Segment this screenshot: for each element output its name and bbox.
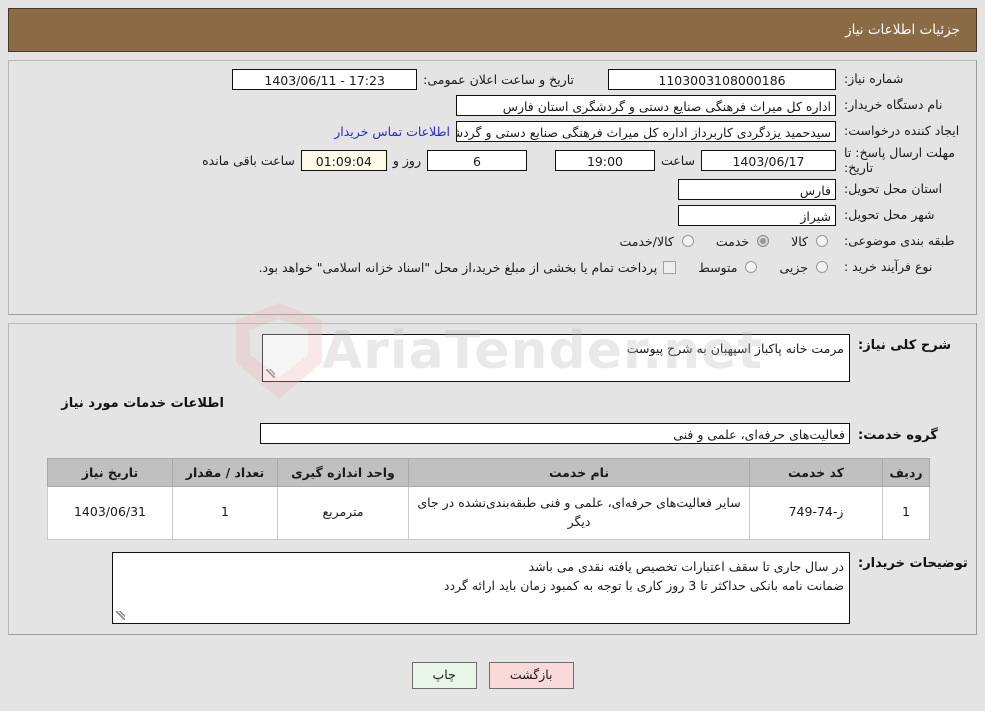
service-group-label: گروه خدمت: [858,428,938,443]
category-radio-kala-khedmat[interactable]: کالا/خدمت [619,234,701,249]
public-announce-field[interactable]: 1403/06/11 - 17:23 [232,68,418,90]
radio-circle-icon [745,261,758,273]
cell-need-date: 1403/06/31 [47,486,173,540]
col-name: نام خدمت [408,458,750,487]
row-buyer-org: نام دستگاه خریدار: اداره کل میراث فرهنگی… [9,93,976,117]
page-title: جزئیات اطلاعات نیاز [845,22,960,38]
radio-circle-icon [757,235,770,247]
services-table-wrapper: ردیف کد خدمت نام خدمت واحد اندازه گیری ت… [9,444,976,552]
city-field[interactable]: شیراز [678,204,836,226]
need-number-label: شماره نیاز: [844,71,904,87]
creator-label: ایجاد کننده درخواست: [844,123,960,139]
days-word-label: روز و [392,152,421,168]
process-label: نوع فرآیند خرید : [844,259,933,275]
province-field[interactable]: فارس [678,178,836,200]
page-header: جزئیات اطلاعات نیاز [8,8,977,52]
buyer-org-field[interactable]: اداره کل میراث فرهنگی صنایع دستی و گردشگ… [456,94,836,116]
row-service-group: گروه خدمت: فعالیت‌های حرفه‌ای، علمی و فن… [9,419,976,444]
buyer-notes-label: توضیحات خریدار: [858,555,968,571]
public-announce-label: تاریخ و ساعت اعلان عمومی: [423,71,574,87]
category-option-label: کالا [791,233,808,249]
process-radio-motavasset[interactable]: متوسط [698,260,765,275]
cell-code: ز-74-749 [749,486,883,540]
back-button[interactable]: بازگشت [488,662,574,689]
buyer-contact-link[interactable]: اطلاعات تماس خریدار [328,124,456,139]
row-province: استان محل تحویل: فارس [9,177,976,201]
cell-unit: مترمربع [277,486,409,540]
process-option-label: جزیی [779,259,808,275]
summary-label: شرح کلی نیاز: [858,338,952,353]
row-purchase-process: نوع فرآیند خرید : جزیی متوسط پرداخت تمام… [9,255,976,279]
remaining-suffix-label: ساعت باقی مانده [202,152,295,168]
radio-circle-icon [681,235,694,247]
category-label: طبقه بندی موضوعی: [844,233,955,249]
process-radio-jozii[interactable]: جزیی [779,260,836,275]
days-remaining-field[interactable]: 6 [426,149,527,171]
treasury-bond-checkbox[interactable] [663,260,677,274]
creator-field[interactable]: سیدحمید یزدگردی کاربرداز اداره کل میراث … [456,120,836,142]
deadline-time-field[interactable]: 19:00 [554,149,655,171]
city-label: شهر محل تحویل: [844,207,935,223]
service-group-field[interactable]: فعالیت‌های حرفه‌ای، علمی و فنی [260,423,850,444]
radio-circle-icon [816,235,828,247]
row-creator: ایجاد کننده درخواست: سیدحمید یزدگردی کار… [9,119,976,143]
row-deadline: مهلت ارسال پاسخ: تا تاریخ: 1403/06/17 سا… [9,145,976,175]
row-summary: شرح کلی نیاز: مرمت خانه پاکباز اسپهبان ب… [9,334,976,382]
col-radif: ردیف [882,458,930,487]
col-unit: واحد اندازه گیری [277,458,409,487]
row-category: طبقه بندی موضوعی: کالا خدمت کالا/خدمت [9,229,976,253]
buyer-org-label: نام دستگاه خریدار: [844,97,943,113]
row-need-number: شماره نیاز: 1103003108000186 تاریخ و ساع… [9,67,976,91]
services-section-title: اطلاعات خدمات مورد نیاز [61,396,224,411]
table-header-row: ردیف کد خدمت نام خدمت واحد اندازه گیری ت… [47,458,930,487]
deadline-date-field[interactable]: 1403/06/17 [701,149,836,171]
category-radio-kala[interactable]: کالا [791,234,836,249]
treasury-note-label: پرداخت تمام یا بخشی از مبلغ خرید،از محل … [258,259,658,275]
col-code: کد خدمت [749,458,883,487]
services-table: ردیف کد خدمت نام خدمت واحد اندازه گیری ت… [47,458,930,540]
print-button[interactable]: چاپ [411,662,477,689]
process-option-label: متوسط [698,259,738,275]
hour-word-label: ساعت [660,152,695,168]
summary-textarea[interactable]: مرمت خانه پاکباز اسپهبان به شرح پیوست [262,334,850,382]
need-info-panel: شماره نیاز: 1103003108000186 تاریخ و ساع… [8,60,977,399]
row-city: شهر محل تحویل: شیراز [9,203,976,227]
cell-quantity: 1 [172,486,278,540]
buyer-notes-textarea[interactable]: در سال جاری تا سقف اعتبارات تخصیص یافته … [112,551,850,624]
cell-radif: 1 [882,486,930,540]
row-buyer-notes: توضیحات خریدار: در سال جاری تا سقف اعتبا… [9,551,976,624]
radio-circle-icon [816,261,828,273]
province-label: استان محل تحویل: [844,181,943,197]
need-description-panel: شرح کلی نیاز: مرمت خانه پاکباز اسپهبان ب… [8,323,977,635]
need-number-field[interactable]: 1103003108000186 [608,68,836,90]
category-radio-khedmat[interactable]: خدمت [716,234,777,249]
col-date: تاریخ نیاز [47,458,173,487]
footer-button-bar: بازگشت چاپ [0,662,985,689]
category-option-label: خدمت [715,233,750,249]
deadline-label: مهلت ارسال پاسخ: تا تاریخ: [844,145,955,175]
countdown-timer-field: 01:09:04 [300,149,387,171]
category-option-label: کالا/خدمت [619,233,674,249]
cell-name: سایر فعالیت‌های حرفه‌ای، علمی و فنی طبقه… [408,486,750,540]
col-qty: تعداد / مقدار [172,458,278,487]
table-row: 1 ز-74-749 سایر فعالیت‌های حرفه‌ای، علمی… [47,486,930,540]
